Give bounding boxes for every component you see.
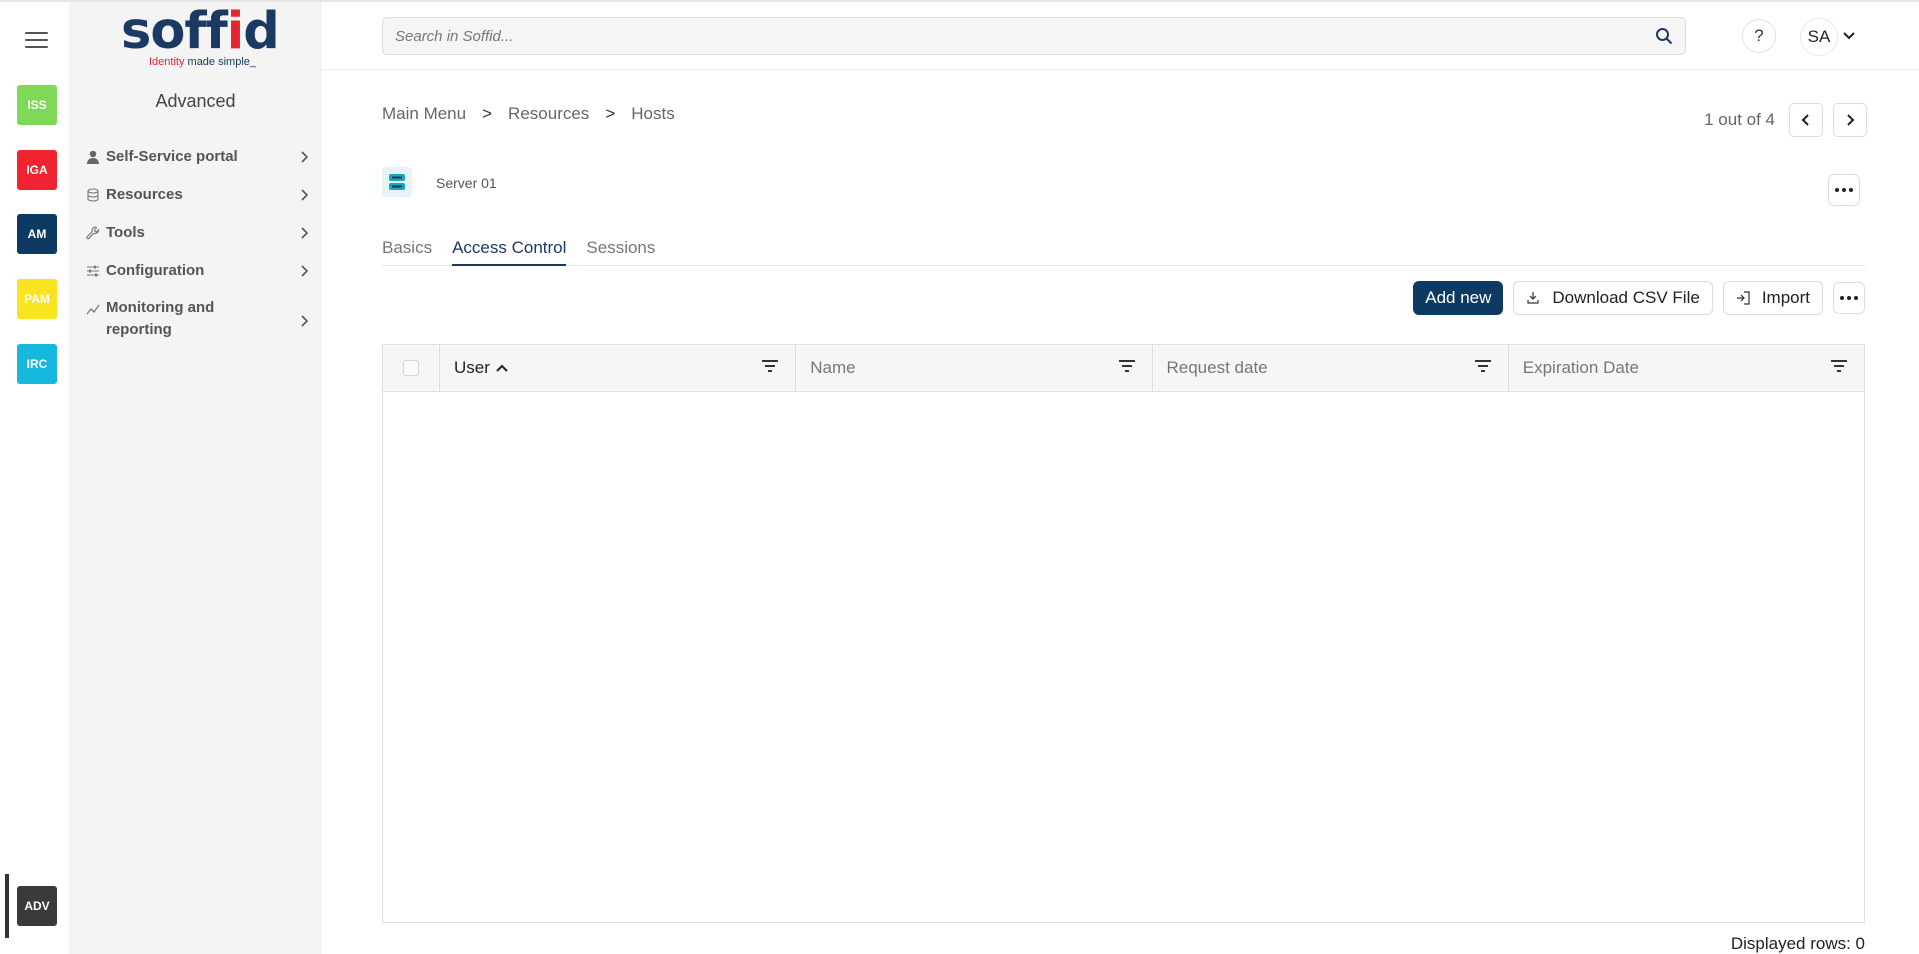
database-icon bbox=[87, 188, 99, 202]
host-name: Server 01 bbox=[436, 175, 497, 191]
breadcrumb: Main Menu > Resources > Hosts bbox=[382, 104, 675, 124]
soffid-logo[interactable]: soffid Identity made simple_ bbox=[121, 2, 280, 70]
record-pager: 1 out of 4 bbox=[1704, 103, 1867, 137]
add-new-button[interactable]: Add new bbox=[1413, 281, 1504, 315]
breadcrumb-hosts[interactable]: Hosts bbox=[631, 104, 674, 124]
column-header-name[interactable]: Name bbox=[796, 345, 1153, 391]
filter-icon[interactable] bbox=[761, 358, 779, 374]
sidebar-item-label: Self-Service portal bbox=[106, 148, 238, 165]
tab-bar: Basics Access Control Sessions bbox=[382, 238, 1865, 266]
app-tile-am[interactable]: AM bbox=[17, 214, 57, 254]
chevron-right-icon bbox=[1847, 114, 1855, 126]
user-icon bbox=[87, 150, 99, 164]
next-record-button[interactable] bbox=[1833, 103, 1867, 137]
main-content: Main Menu > Resources > Hosts 1 out of 4… bbox=[382, 70, 1867, 954]
chevron-right-icon bbox=[301, 265, 309, 277]
table-more-actions-button[interactable] bbox=[1833, 282, 1865, 314]
app-tile-iga[interactable]: IGA bbox=[17, 150, 57, 190]
column-header-user[interactable]: User bbox=[440, 345, 797, 391]
top-bar: ? SA bbox=[322, 2, 1919, 70]
chevron-down-icon[interactable] bbox=[1842, 29, 1856, 43]
search-bar bbox=[382, 17, 1686, 55]
access-control-table: User Name Request date Expiration Date bbox=[382, 344, 1865, 923]
breadcrumb-main-menu[interactable]: Main Menu bbox=[382, 104, 466, 124]
sidebar-item-resources[interactable]: Resources bbox=[86, 186, 310, 224]
search-icon[interactable] bbox=[1655, 27, 1673, 45]
filter-icon[interactable] bbox=[1830, 358, 1848, 374]
sidebar-item-tools[interactable]: Tools bbox=[86, 224, 310, 262]
app-tile-iss[interactable]: ISS bbox=[17, 85, 57, 125]
sidebar-item-label: Tools bbox=[106, 224, 145, 241]
filter-icon[interactable] bbox=[1118, 358, 1136, 374]
chevron-right-icon bbox=[301, 189, 309, 201]
logo-wordmark: soffid bbox=[121, 2, 280, 61]
table-header: User Name Request date Expiration Date bbox=[383, 345, 1864, 392]
column-header-request-date[interactable]: Request date bbox=[1153, 345, 1509, 391]
sliders-icon bbox=[87, 265, 99, 277]
app-tile-irc[interactable]: IRC bbox=[17, 344, 57, 384]
tab-access-control[interactable]: Access Control bbox=[452, 238, 567, 266]
select-all-checkbox[interactable] bbox=[403, 360, 419, 376]
chart-line-icon bbox=[86, 304, 100, 315]
pager-position: 1 out of 4 bbox=[1704, 110, 1775, 129]
sidebar-nav: Self-Service portal Resources Tools Conf… bbox=[86, 148, 310, 350]
more-horizontal-icon bbox=[1840, 296, 1858, 300]
sidebar-item-label: Resources bbox=[106, 186, 183, 203]
sidebar-item-self-service-portal[interactable]: Self-Service portal bbox=[86, 148, 310, 186]
displayed-rows-count: Displayed rows: 0 bbox=[1730, 934, 1865, 953]
table-toolbar: Add new Download CSV File Import bbox=[1413, 281, 1865, 315]
download-icon bbox=[1527, 292, 1540, 304]
app-rail: ISS IGA AM PAM IRC ADV bbox=[0, 2, 69, 954]
sidebar-item-monitoring-and-reporting[interactable]: Monitoring and reporting bbox=[86, 299, 310, 350]
sidebar: soffid Identity made simple_ Advanced Se… bbox=[69, 2, 322, 954]
download-csv-button[interactable]: Download CSV File bbox=[1513, 281, 1713, 315]
host-more-actions-button[interactable] bbox=[1828, 174, 1860, 206]
tab-basics[interactable]: Basics bbox=[382, 238, 432, 266]
sidebar-item-label: Configuration bbox=[106, 262, 205, 279]
hamburger-icon[interactable] bbox=[25, 32, 48, 50]
active-app-indicator bbox=[5, 874, 9, 938]
server-icon bbox=[389, 174, 405, 190]
chevron-right-icon bbox=[301, 151, 309, 163]
previous-record-button[interactable] bbox=[1789, 103, 1823, 137]
download-csv-label: Download CSV File bbox=[1552, 288, 1700, 307]
column-header-expiration-date[interactable]: Expiration Date bbox=[1509, 345, 1864, 391]
search-input[interactable] bbox=[395, 18, 1645, 54]
sidebar-title: Advanced bbox=[155, 91, 236, 111]
chevron-right-icon bbox=[301, 227, 309, 239]
sidebar-item-label: Monitoring and reporting bbox=[106, 299, 215, 338]
wrench-icon bbox=[86, 226, 100, 240]
user-avatar[interactable]: SA bbox=[1800, 18, 1838, 56]
sort-ascending-icon bbox=[496, 364, 508, 372]
logo-tagline: Identity made simple_ bbox=[149, 56, 257, 68]
breadcrumb-separator: > bbox=[605, 104, 616, 123]
import-label: Import bbox=[1761, 288, 1810, 307]
sidebar-item-configuration[interactable]: Configuration bbox=[86, 262, 310, 300]
breadcrumb-separator: > bbox=[482, 104, 493, 123]
app-tile-pam[interactable]: PAM bbox=[17, 279, 57, 319]
host-icon bbox=[382, 167, 412, 197]
app-tile-adv[interactable]: ADV bbox=[17, 886, 57, 926]
import-icon bbox=[1736, 291, 1750, 305]
more-horizontal-icon bbox=[1835, 188, 1853, 192]
select-all-cell bbox=[383, 345, 440, 391]
breadcrumb-resources[interactable]: Resources bbox=[508, 104, 589, 124]
chevron-left-icon bbox=[1801, 114, 1809, 126]
tab-sessions[interactable]: Sessions bbox=[586, 238, 655, 266]
filter-icon[interactable] bbox=[1474, 358, 1492, 374]
help-button[interactable]: ? bbox=[1742, 19, 1776, 53]
chevron-right-icon bbox=[301, 315, 309, 327]
import-button[interactable]: Import bbox=[1722, 281, 1823, 315]
